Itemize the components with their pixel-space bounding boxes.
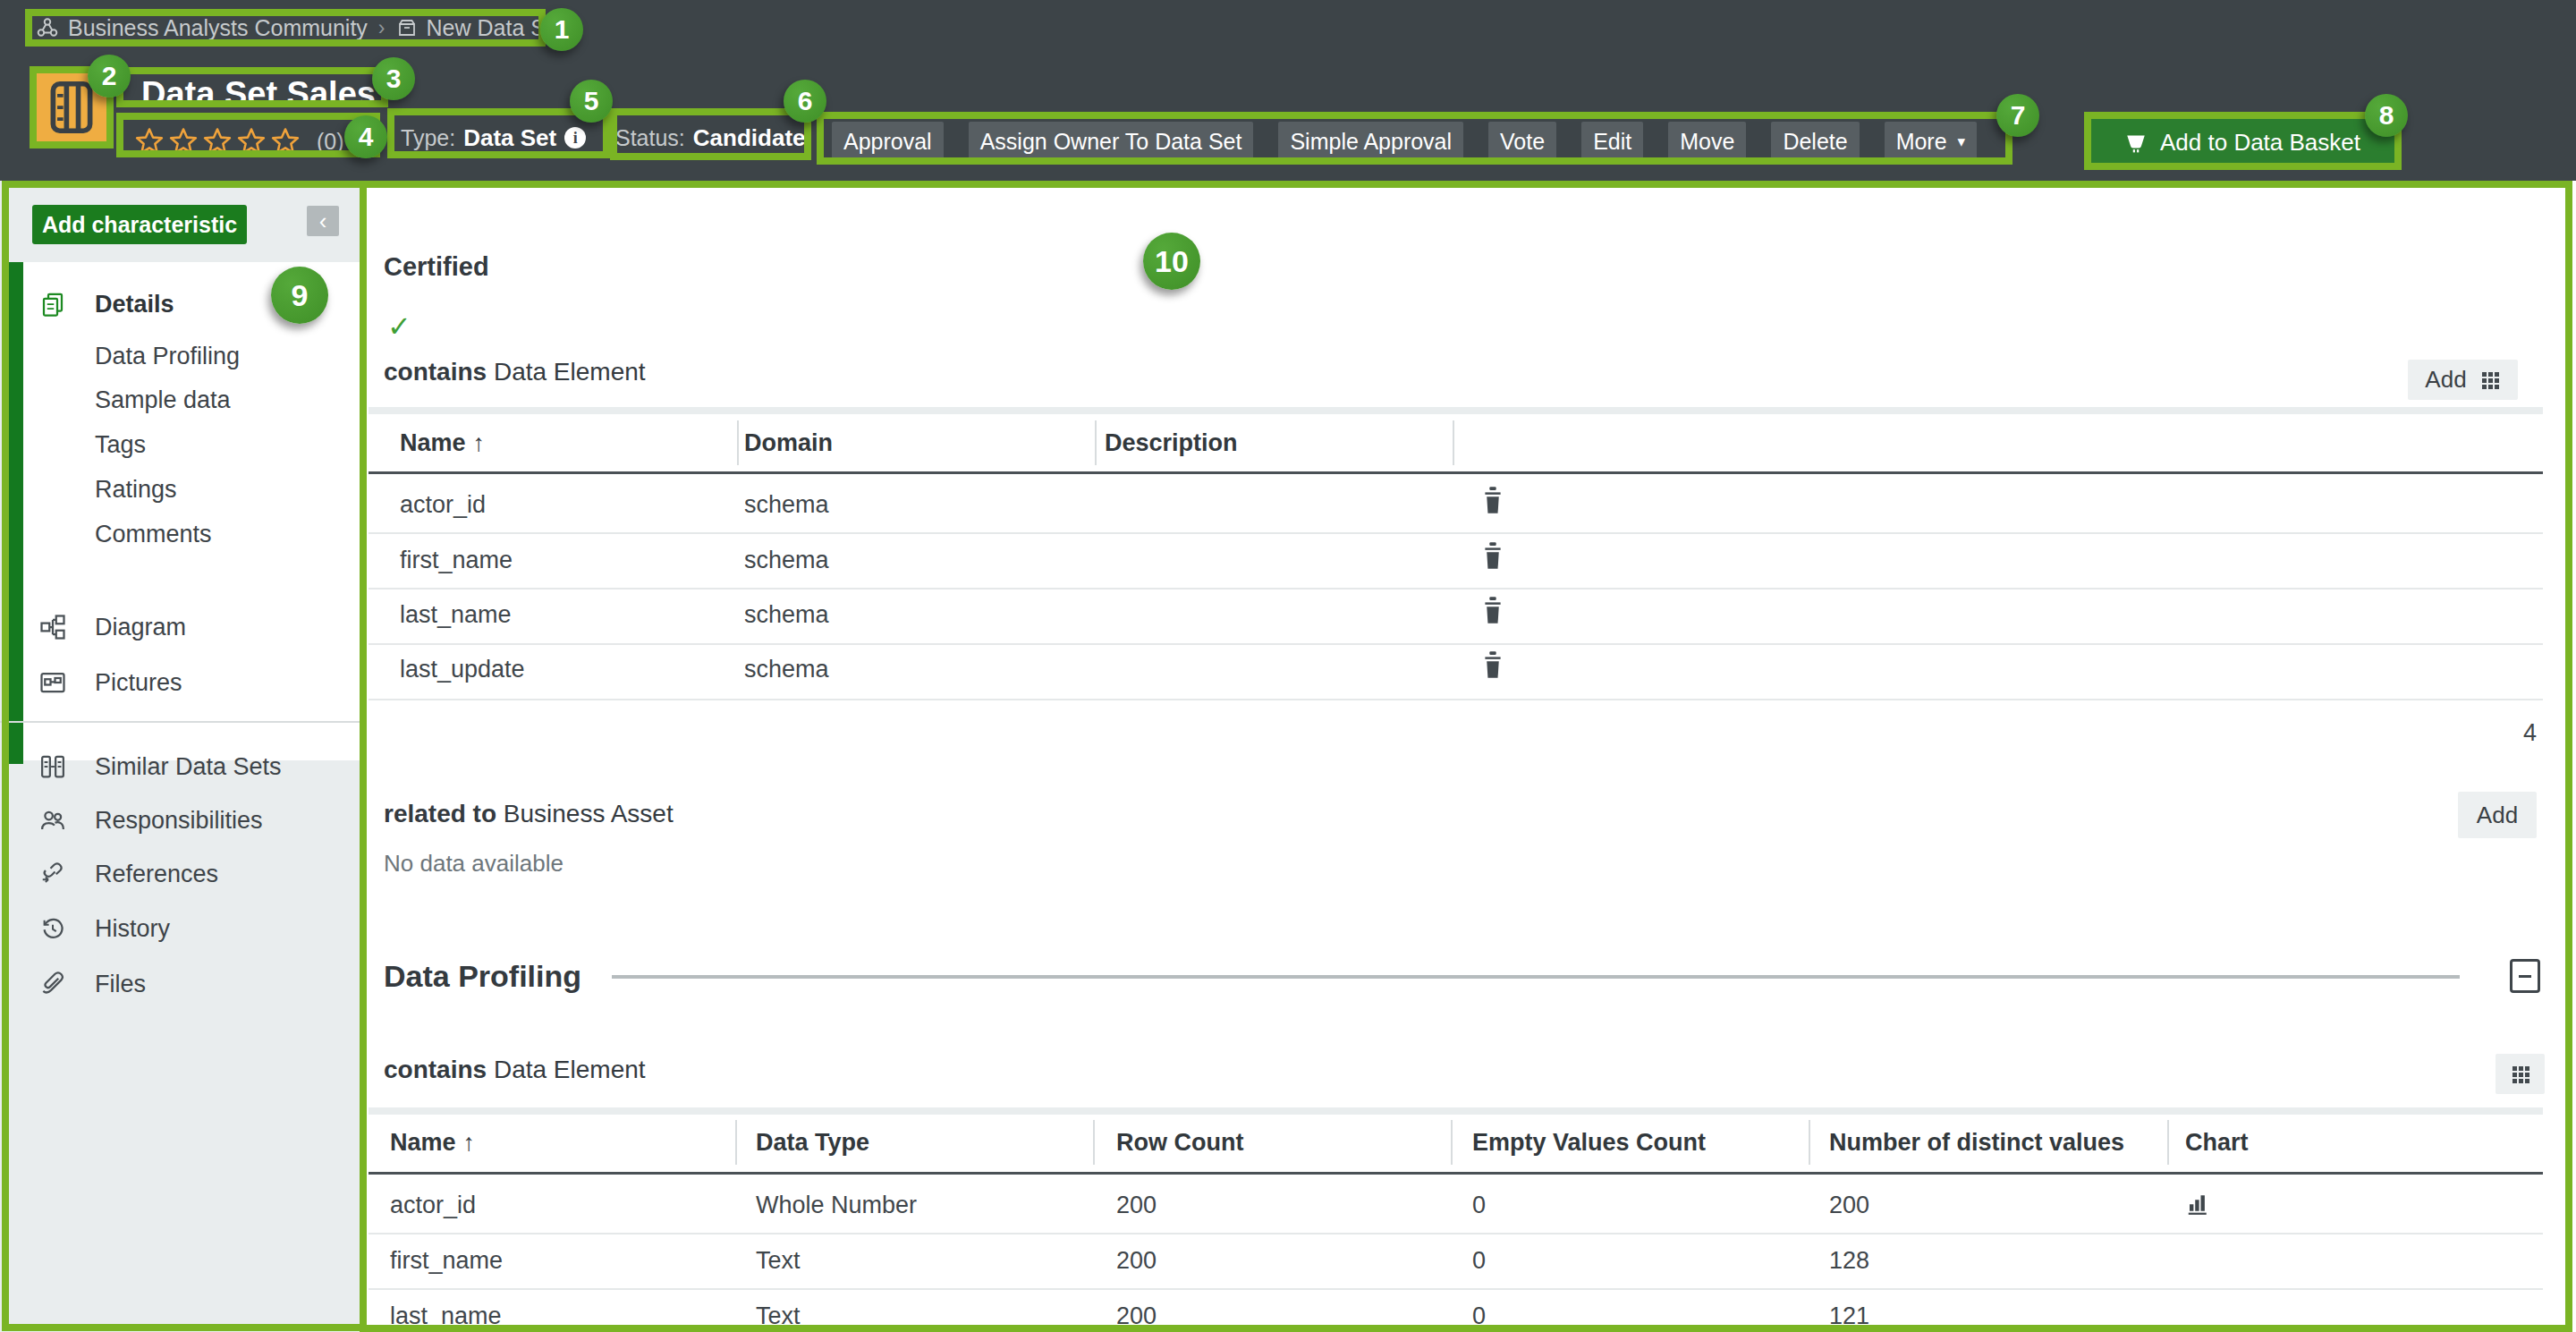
annotation-box-8 <box>2084 112 2402 170</box>
annotation-box-10 <box>360 181 2572 1332</box>
annotation-badge-2: 2 <box>88 55 131 98</box>
annotation-box-6 <box>610 108 811 160</box>
annotation-box-4 <box>116 113 380 157</box>
annotation-box-1 <box>25 9 546 47</box>
annotation-box-7 <box>817 112 2012 165</box>
annotation-box-9 <box>2 181 367 1331</box>
annotation-badge-7: 7 <box>1996 94 2039 137</box>
annotation-badge-4: 4 <box>344 115 387 158</box>
annotation-badge-3: 3 <box>372 57 415 100</box>
annotation-box-3 <box>116 67 388 107</box>
annotation-badge-10: 10 <box>1143 233 1200 290</box>
annotation-badge-9: 9 <box>271 267 328 324</box>
collibra-asset-page: Business Analysts Community › New Data S… <box>0 0 2576 1332</box>
annotation-badge-1: 1 <box>540 8 583 51</box>
annotation-badge-5: 5 <box>570 80 613 123</box>
annotation-badge-6: 6 <box>784 80 826 123</box>
annotation-badge-8: 8 <box>2365 94 2408 137</box>
